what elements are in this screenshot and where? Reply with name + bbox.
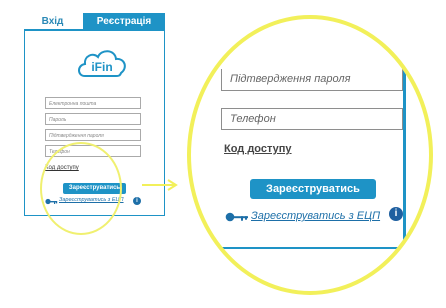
zoom-key-icon [225,212,248,222]
tab-register[interactable]: Реєстрація [83,13,165,30]
panel-edge [403,19,406,249]
highlight-circle-small [40,142,122,235]
confirm-password-field[interactable]: Підтвердження пароля [45,129,141,141]
zoom-confirm-password-field[interactable]: Підтвердження пароля [221,69,403,91]
password-field[interactable]: Пароль [45,113,141,125]
arrow-right-icon [142,179,178,191]
info-icon[interactable]: i [133,197,141,205]
zoom-magnifier: Підтвердження пароля Телефон Код доступу… [187,15,433,295]
tab-login[interactable]: Вхід [24,13,81,30]
zoom-access-code-link[interactable]: Код доступу [224,143,292,155]
email-field[interactable]: Електронна пошта [45,97,141,109]
zoom-info-icon[interactable]: i [389,207,403,221]
logo-text: iFin [91,60,112,74]
zoom-register-button[interactable]: Зареєструватись [250,179,376,199]
auth-tabs: Вхід Реєстрація [24,13,167,30]
zoom-ecp-register-link[interactable]: Зареєструватись з ЕЦП [251,210,380,222]
panel-bottom-edge [191,247,407,249]
zoom-phone-field[interactable]: Телефон [221,108,403,130]
cloud-logo-icon: iFin [78,50,126,77]
